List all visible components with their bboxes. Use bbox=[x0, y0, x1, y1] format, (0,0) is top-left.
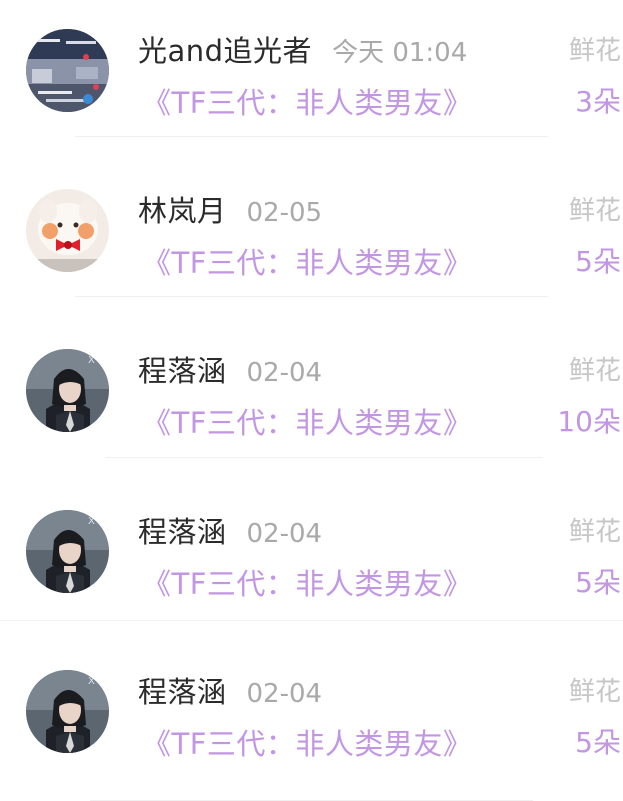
portrait-avatar[interactable]: X bbox=[26, 349, 109, 432]
gift-count: 5朵 bbox=[575, 726, 621, 759]
svg-text:X: X bbox=[88, 355, 95, 366]
collage-avatar[interactable] bbox=[26, 29, 109, 112]
sender-line: 程落涵 02-04 bbox=[138, 348, 322, 388]
portrait-avatar[interactable]: X bbox=[26, 670, 109, 753]
sender-line: 林岚月 02-05 bbox=[138, 188, 322, 228]
list-item[interactable]: X 程落涵 02-04 《TF三代：非人类男友》 鲜花 5朵 bbox=[0, 481, 623, 641]
sender-name[interactable]: 程落涵 bbox=[138, 509, 227, 551]
book-title-link[interactable]: 《TF三代：非人类男友》 bbox=[142, 80, 472, 122]
plush-toy-avatar-image bbox=[26, 189, 109, 272]
portrait-avatar-image: X bbox=[26, 349, 109, 432]
list-item[interactable]: X 程落涵 02-04 《TF三代：非人类男友》 鲜花 5朵 bbox=[0, 641, 623, 801]
gift-type-label: 鲜花 bbox=[568, 677, 621, 707]
gift-count: 3朵 bbox=[575, 85, 621, 118]
sender-name[interactable]: 程落涵 bbox=[138, 348, 227, 390]
gift-count: 5朵 bbox=[575, 566, 621, 599]
book-title-link[interactable]: 《TF三代：非人类男友》 bbox=[142, 721, 472, 763]
gift-count: 5朵 bbox=[575, 245, 621, 278]
send-time: 02-04 bbox=[246, 358, 323, 388]
book-title-link[interactable]: 《TF三代：非人类男友》 bbox=[142, 240, 472, 282]
gift-type-label: 鲜花 bbox=[568, 196, 621, 226]
list-item[interactable]: 光and追光者 今天 01:04 《TF三代：非人类男友》 鲜花 3朵 bbox=[0, 0, 623, 160]
gift-type-label: 鲜花 bbox=[568, 356, 621, 386]
divider bbox=[75, 296, 548, 297]
list-item[interactable]: X 程落涵 02-04 《TF三代：非人类男友》 鲜花 10朵 bbox=[0, 320, 623, 480]
portrait-avatar[interactable]: X bbox=[26, 510, 109, 593]
book-title-link[interactable]: 《TF三代：非人类男友》 bbox=[142, 561, 472, 603]
book-title-link[interactable]: 《TF三代：非人类男友》 bbox=[142, 400, 472, 442]
sender-line: 程落涵 02-04 bbox=[138, 509, 322, 549]
svg-text:X: X bbox=[88, 516, 95, 527]
gift-count: 10朵 bbox=[557, 405, 621, 438]
sender-line: 程落涵 02-04 bbox=[138, 669, 322, 709]
collage-avatar-image bbox=[26, 29, 109, 112]
send-time: 02-04 bbox=[246, 519, 323, 549]
sender-name[interactable]: 林岚月 bbox=[138, 188, 227, 230]
portrait-avatar-image: X bbox=[26, 670, 109, 753]
portrait-avatar-image: X bbox=[26, 510, 109, 593]
sender-line: 光and追光者 今天 01:04 bbox=[138, 28, 467, 68]
sender-name[interactable]: 光and追光者 bbox=[138, 28, 312, 70]
send-time: 02-05 bbox=[246, 198, 323, 228]
plush-toy-avatar[interactable] bbox=[26, 189, 109, 272]
gift-type-label: 鲜花 bbox=[568, 36, 621, 66]
sender-name[interactable]: 程落涵 bbox=[138, 669, 227, 711]
divider bbox=[105, 457, 543, 458]
send-time: 02-04 bbox=[246, 679, 323, 709]
divider bbox=[0, 620, 623, 621]
svg-text:X: X bbox=[88, 676, 95, 687]
gift-record-list: 光and追光者 今天 01:04 《TF三代：非人类男友》 鲜花 3朵 林岚月 … bbox=[0, 0, 623, 801]
send-time: 今天 01:04 bbox=[332, 38, 468, 68]
list-item[interactable]: 林岚月 02-05 《TF三代：非人类男友》 鲜花 5朵 bbox=[0, 160, 623, 320]
gift-type-label: 鲜花 bbox=[568, 517, 621, 547]
divider bbox=[75, 136, 548, 137]
